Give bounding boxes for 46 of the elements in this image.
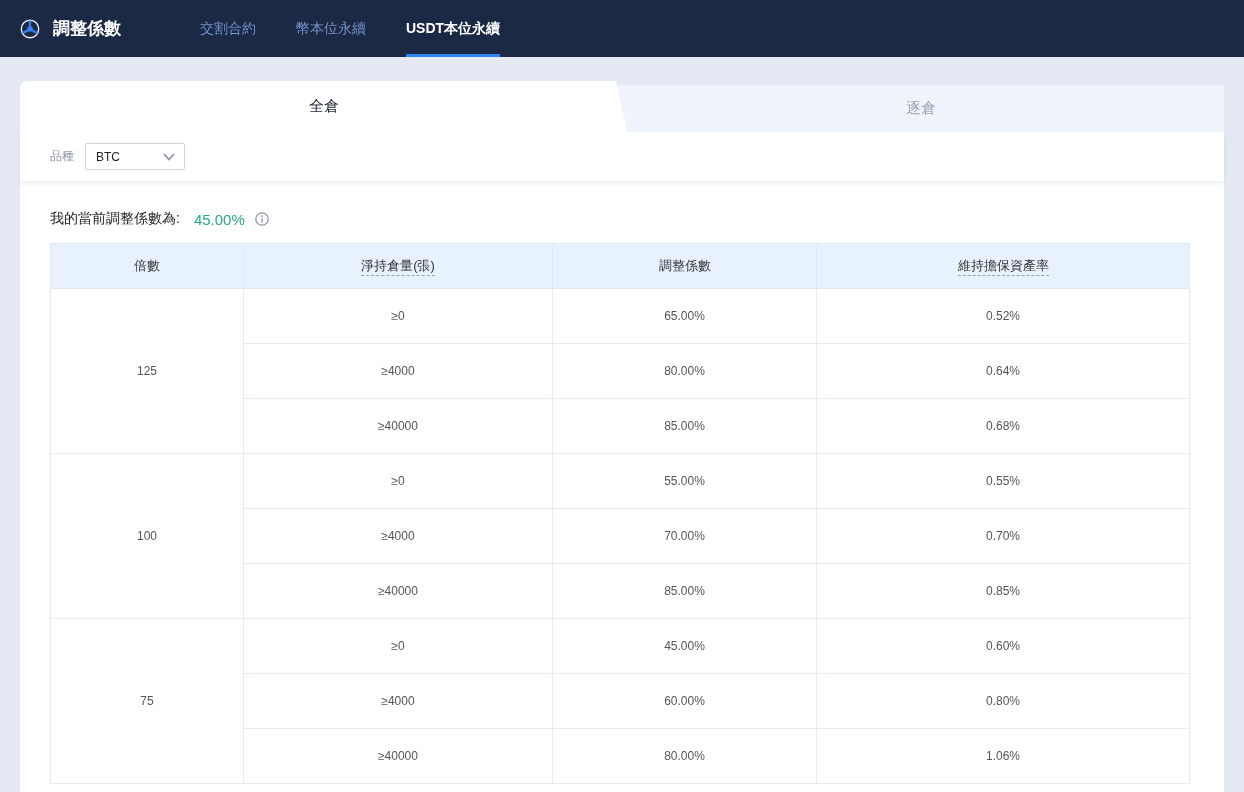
table-cell: 85.00%: [552, 563, 817, 619]
table-cell: 80.00%: [552, 728, 817, 784]
nav-link[interactable]: USDT本位永續: [406, 0, 501, 57]
summary-value: 45.00%: [193, 210, 245, 228]
table-cell: ≥40000: [243, 728, 553, 784]
table-cell: ≥4000: [243, 508, 553, 564]
table-cell: 85.00%: [552, 398, 817, 454]
table-cell: ≥0: [243, 453, 553, 509]
table-cell: 1.06%: [816, 728, 1190, 784]
table-cell: 125: [50, 288, 244, 454]
table-cell: 100: [50, 453, 244, 619]
table-cell: ≥40000: [243, 398, 553, 454]
table-cell: 0.64%: [816, 343, 1190, 399]
logo-icon: [20, 18, 40, 39]
tab[interactable]: 全倉: [20, 81, 627, 132]
chevron-down-icon: [163, 152, 175, 161]
table-cell: ≥4000: [243, 343, 553, 399]
table-cell: 0.68%: [816, 398, 1190, 454]
table-cell: 0.60%: [816, 618, 1190, 674]
table-cell: 0.80%: [816, 673, 1190, 729]
table-cell: 45.00%: [552, 618, 817, 674]
table-cell: ≥4000: [243, 673, 553, 729]
table-cell: 80.00%: [552, 343, 817, 399]
column-header[interactable]: 淨持倉量(張): [361, 256, 435, 276]
table-cell: 0.55%: [816, 453, 1190, 509]
summary-label: 我的當前調整係數為:: [50, 210, 180, 228]
table-cell: 60.00%: [552, 673, 817, 729]
page-title: 調整係數: [53, 18, 121, 40]
info-icon[interactable]: [254, 212, 269, 226]
table-cell: 0.52%: [816, 288, 1190, 344]
table-cell: ≥0: [243, 288, 553, 344]
table-cell: 55.00%: [552, 453, 817, 509]
nav-link[interactable]: 幣本位永續: [296, 0, 366, 57]
column-header[interactable]: 維持擔保資產率: [957, 256, 1049, 276]
table-cell: 70.00%: [552, 508, 817, 564]
nav-link[interactable]: 交割合約: [200, 0, 256, 57]
table-cell: ≥40000: [243, 563, 553, 619]
table-cell: 0.70%: [816, 508, 1190, 564]
table-cell: ≥0: [243, 618, 553, 674]
table-cell: 75: [50, 618, 244, 784]
column-header: 倍數: [134, 257, 160, 275]
select-field[interactable]: BTC: [85, 143, 185, 170]
table-cell: 0.85%: [816, 563, 1190, 619]
table-cell: 65.00%: [552, 288, 817, 344]
filter-label: 品種: [50, 148, 74, 165]
column-header: 調整係數: [658, 257, 711, 275]
